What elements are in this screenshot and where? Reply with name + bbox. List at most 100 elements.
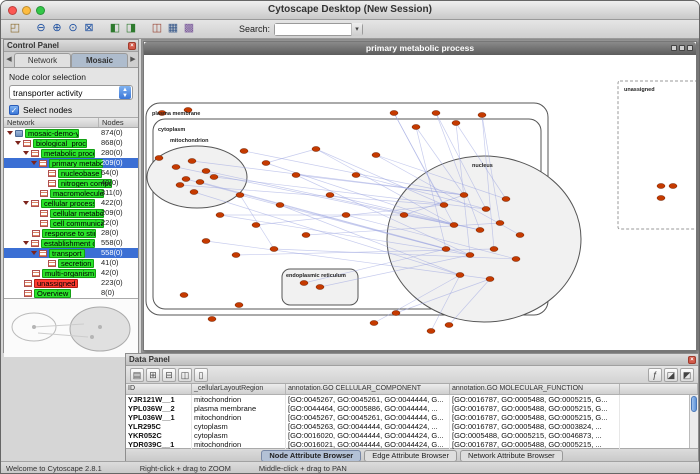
search-dropdown-icon[interactable]: ▾ xyxy=(351,23,362,36)
combo-arrows-icon[interactable]: ▲▼ xyxy=(119,86,131,99)
network-node[interactable] xyxy=(202,169,210,174)
import-network-icon[interactable]: ▦ xyxy=(165,21,181,37)
tree-item-cellular-metabo[interactable]: cellular metabo209(0) xyxy=(4,208,138,218)
tab-scroll-right-icon[interactable]: ▶ xyxy=(128,53,138,67)
network-node[interactable] xyxy=(669,184,677,189)
frame-minimize-icon[interactable] xyxy=(671,45,677,51)
network-node[interactable] xyxy=(490,247,498,252)
node-color-select[interactable]: transporter activity ▲▼ xyxy=(9,85,133,100)
zoom-in-icon[interactable]: ⊕ xyxy=(49,21,65,37)
tab-network-attribute-browser[interactable]: Network Attribute Browser xyxy=(460,450,563,462)
network-node[interactable] xyxy=(188,159,196,164)
expand-arrow-icon[interactable] xyxy=(23,201,29,205)
expand-arrow-icon[interactable] xyxy=(31,251,37,255)
network-node[interactable] xyxy=(502,197,510,202)
network-node[interactable] xyxy=(427,329,435,334)
table-row[interactable]: YDR039C__1mitochondrion[GO:0016021, GO:0… xyxy=(126,440,698,449)
zoom-fit-icon[interactable]: ⊠ xyxy=(81,21,97,37)
tree-item-cellular-process[interactable]: cellular process422(0) xyxy=(4,198,138,208)
network-node[interactable] xyxy=(202,239,210,244)
network-node[interactable] xyxy=(452,121,460,126)
network-node[interactable] xyxy=(252,223,260,228)
table-row[interactable]: YPL036W__2plasma membrane[GO:0044464, GO… xyxy=(126,404,698,413)
network-node[interactable] xyxy=(190,190,198,195)
network-node[interactable] xyxy=(445,323,453,328)
window-zoom-button[interactable] xyxy=(36,6,45,15)
tree-item-metabolic-process[interactable]: metabolic process280(0) xyxy=(4,148,138,158)
create-attribute-icon[interactable]: ⊞ xyxy=(146,368,160,382)
network-node[interactable] xyxy=(432,111,440,116)
network-node[interactable] xyxy=(390,111,398,116)
table-row[interactable]: YKR052Ccytoplasm[GO:0016020, GO:0044444,… xyxy=(126,431,698,440)
network-node[interactable] xyxy=(482,207,490,212)
table-row[interactable]: YPL036W__1mitochondrion[GO:0045267, GO:0… xyxy=(126,413,698,422)
search-input[interactable] xyxy=(275,24,351,35)
tab-mosaic[interactable]: Mosaic xyxy=(71,53,128,67)
network-node[interactable] xyxy=(182,177,190,182)
network-node[interactable] xyxy=(172,165,180,170)
control-panel-close-icon[interactable]: × xyxy=(128,42,136,50)
expand-arrow-icon[interactable] xyxy=(7,131,13,135)
network-node[interactable] xyxy=(316,285,324,290)
network-view-titlebar[interactable]: primary metabolic process xyxy=(144,42,696,55)
network-node[interactable] xyxy=(236,193,244,198)
tree-item-nucleobase[interactable]: nucleobase64(0) xyxy=(4,168,138,178)
expand-arrow-icon[interactable] xyxy=(23,241,29,245)
tab-node-attribute-browser[interactable]: Node Attribute Browser xyxy=(261,450,361,462)
zoom-out-icon[interactable]: ⊖ xyxy=(33,21,49,37)
hide-selected-icon[interactable]: ◧ xyxy=(107,21,123,37)
network-node[interactable] xyxy=(400,213,408,218)
network-node[interactable] xyxy=(442,247,450,252)
network-node[interactable] xyxy=(440,203,448,208)
network-node[interactable] xyxy=(196,180,204,185)
network-node[interactable] xyxy=(232,253,240,258)
network-canvas[interactable]: plasma membranecytoplasmmitochondrionnuc… xyxy=(144,55,696,350)
function-builder-icon[interactable]: ƒ xyxy=(648,368,662,382)
network-node[interactable] xyxy=(270,247,278,252)
network-node[interactable] xyxy=(372,153,380,158)
network-node[interactable] xyxy=(370,321,378,326)
window-close-button[interactable] xyxy=(8,6,17,15)
column-header-annotation-go-cellular-component[interactable]: annotation.GO CELLULAR_COMPONENT xyxy=(286,384,450,394)
tree-item-unassigned[interactable]: unassigned223(0) xyxy=(4,278,138,288)
window-minimize-button[interactable] xyxy=(22,6,31,15)
network-node[interactable] xyxy=(412,125,420,130)
new-network-icon[interactable]: ◫ xyxy=(149,21,165,37)
birds-eye-view[interactable] xyxy=(4,298,138,357)
network-node[interactable] xyxy=(180,293,188,298)
network-node[interactable] xyxy=(326,193,334,198)
network-node[interactable] xyxy=(262,161,270,166)
network-node[interactable] xyxy=(466,253,474,258)
select-nodes-checkbox[interactable]: ✓ xyxy=(9,105,19,115)
table-row[interactable]: YJR121W__1mitochondrion[GO:0045267, GO:0… xyxy=(126,395,698,404)
tree-column-network[interactable]: Network xyxy=(4,118,99,127)
vizmapper-icon[interactable]: ▩ xyxy=(181,21,197,37)
network-node[interactable] xyxy=(352,173,360,178)
tree-item-primary-metabo[interactable]: primary metabo209(0) xyxy=(4,158,138,168)
network-node[interactable] xyxy=(456,273,464,278)
network-node[interactable] xyxy=(300,281,308,286)
network-node[interactable] xyxy=(460,193,468,198)
open-session-icon[interactable]: ◰ xyxy=(7,21,23,37)
network-node[interactable] xyxy=(496,221,504,226)
tree-item-biological-process[interactable]: biological_process868(0) xyxy=(4,138,138,148)
tab-network[interactable]: Network xyxy=(14,53,71,67)
tree-item-transport[interactable]: transport558(0) xyxy=(4,248,138,258)
network-node[interactable] xyxy=(276,203,284,208)
network-node[interactable] xyxy=(392,311,400,316)
data-panel-close-icon[interactable]: × xyxy=(688,356,696,364)
network-node[interactable] xyxy=(155,156,163,161)
table-scrollbar-thumb[interactable] xyxy=(691,396,697,412)
tree-item-mosaic-demo-yeast[interactable]: mosaic-demo-yeast874(0) xyxy=(4,128,138,138)
tree-item-response-to-stimu[interactable]: response to stimu28(0) xyxy=(4,228,138,238)
network-node[interactable] xyxy=(512,257,520,262)
tree-item-establishment-of-l[interactable]: establishment of l558(0) xyxy=(4,238,138,248)
tab-scroll-left-icon[interactable]: ◀ xyxy=(4,53,14,67)
network-node[interactable] xyxy=(342,213,350,218)
tree-item-secretion[interactable]: secretion41(0) xyxy=(4,258,138,268)
expand-arrow-icon[interactable] xyxy=(31,161,37,165)
frame-maximize-icon[interactable] xyxy=(679,45,685,51)
export-attributes-icon[interactable]: ◩ xyxy=(680,368,694,382)
network-node[interactable] xyxy=(176,183,184,188)
tree-item-macromolecule[interactable]: macromolecule311(0) xyxy=(4,188,138,198)
